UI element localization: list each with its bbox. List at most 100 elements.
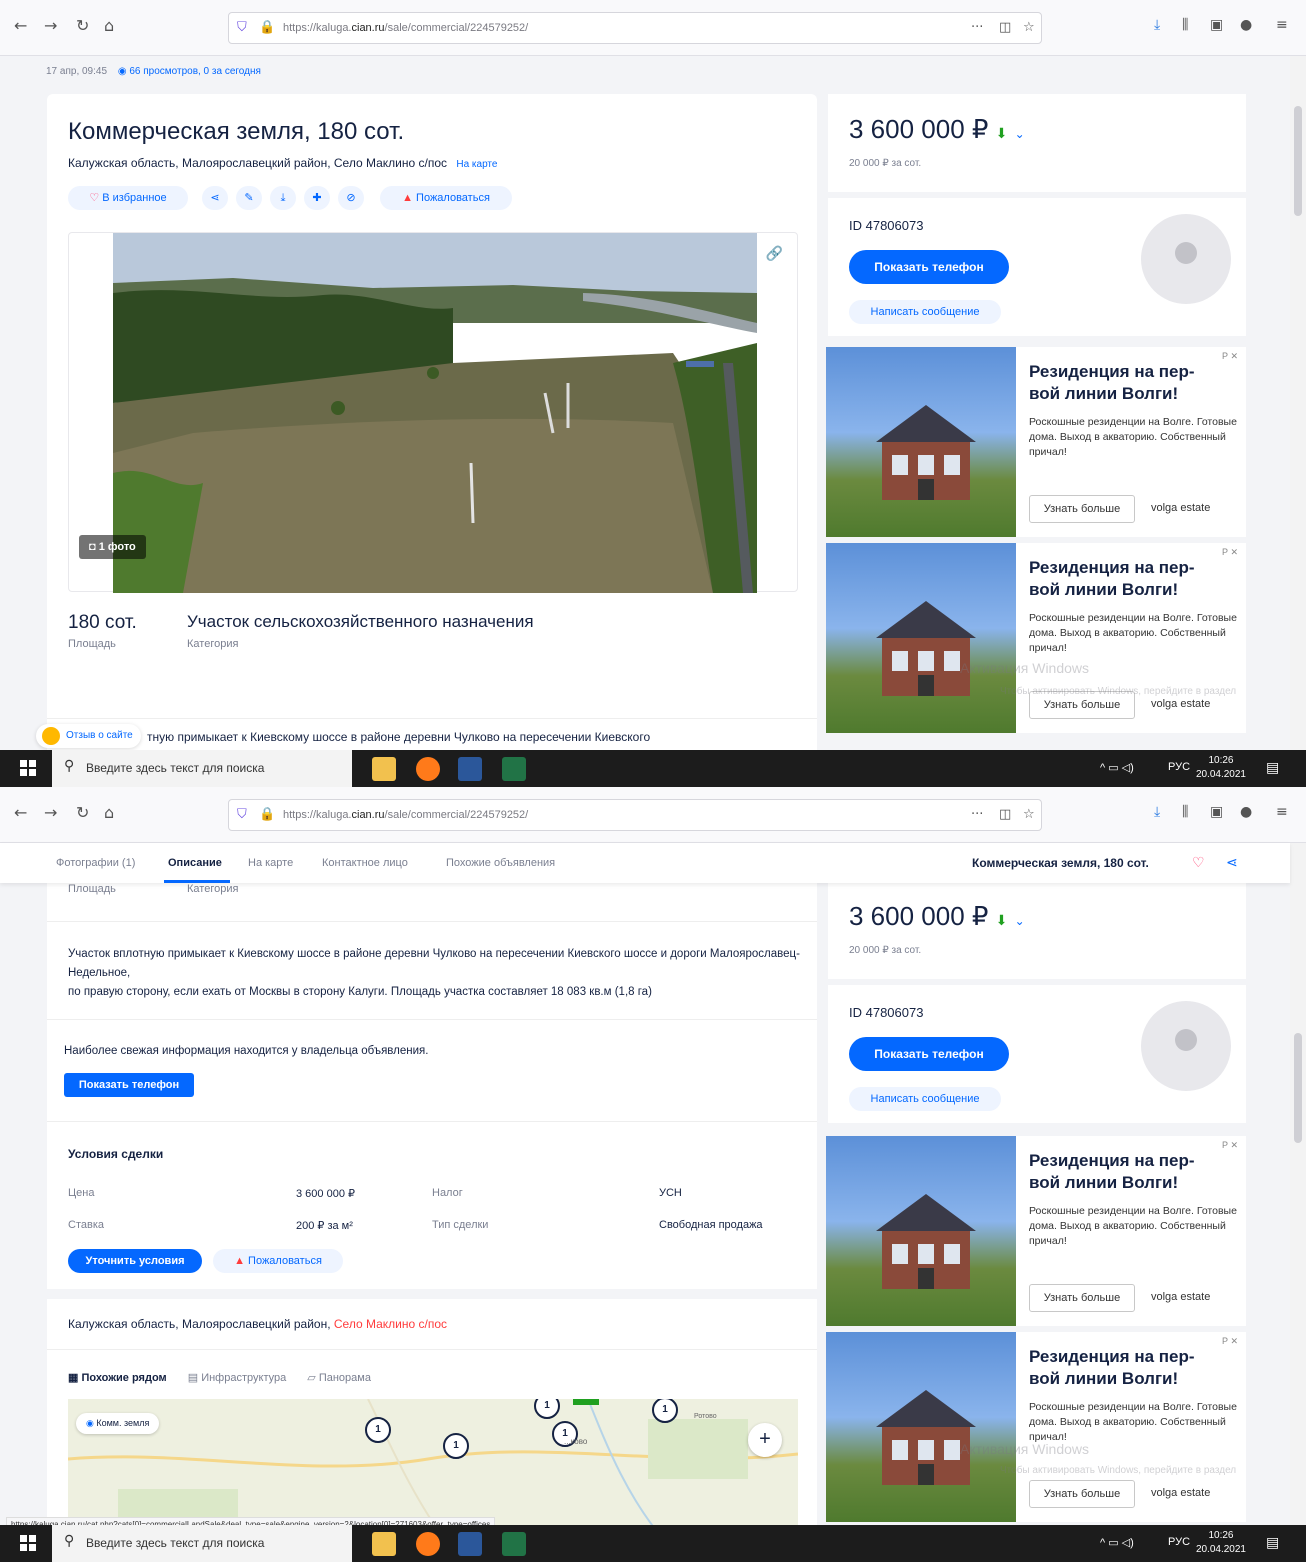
- address-bar[interactable]: ⛉ 🔒 https://kaluga.cian.ru/sale/commerci…: [228, 12, 1042, 44]
- sidebar-icon[interactable]: ▣: [1210, 17, 1223, 33]
- shield-icon[interactable]: ⛉: [237, 20, 247, 35]
- tray-icons[interactable]: ^ ▭ ◁): [1100, 1536, 1134, 1549]
- file-explorer-icon[interactable]: [372, 757, 396, 781]
- locality-link[interactable]: Село Маклино с/пос: [334, 1317, 447, 1331]
- link-icon[interactable]: 🔗: [766, 245, 783, 262]
- edit-icon[interactable]: ✎: [236, 186, 262, 210]
- ad-close-icon[interactable]: Р ✕: [1222, 1140, 1238, 1151]
- url-text[interactable]: https://kaluga.cian.ru/sale/commercial/2…: [283, 22, 528, 34]
- windows-start-icon[interactable]: [20, 1535, 36, 1551]
- forward-icon[interactable]: →: [44, 16, 57, 35]
- favorite-button[interactable]: ♡ В избранное: [68, 186, 188, 210]
- photo-gallery[interactable]: 🔗 ◘ 1 фото: [68, 232, 798, 593]
- excel-icon[interactable]: [502, 1532, 526, 1556]
- map-filter-chip[interactable]: ◉ Комм. земля: [76, 1413, 160, 1434]
- scrollbar-thumb[interactable]: [1294, 1033, 1302, 1143]
- clarify-terms-button[interactable]: Уточнить условия: [68, 1249, 202, 1273]
- show-phone-inline-button[interactable]: Показать телефон: [64, 1073, 194, 1097]
- taskbar-clock[interactable]: 10:26 20.04.2021: [1196, 1529, 1246, 1557]
- listing-photo[interactable]: [113, 233, 757, 593]
- input-language[interactable]: РУС: [1168, 1536, 1190, 1548]
- ad-image[interactable]: [826, 1136, 1016, 1326]
- ad-more-button[interactable]: Узнать больше: [1029, 1480, 1135, 1508]
- notifications-icon[interactable]: ▤: [1266, 759, 1279, 776]
- tab-description[interactable]: Описание: [168, 857, 222, 869]
- show-phone-button[interactable]: Показать телефон: [849, 250, 1009, 284]
- page-scrollbar[interactable]: [1290, 56, 1306, 750]
- ad-image[interactable]: [826, 1332, 1016, 1522]
- taskbar-clock[interactable]: 10:26 20.04.2021: [1196, 754, 1246, 782]
- extension-icon[interactable]: ●: [1240, 804, 1252, 820]
- map-zoom-in-button[interactable]: +: [748, 1423, 782, 1457]
- library-icon[interactable]: ⫼: [1182, 804, 1188, 820]
- ad-close-icon[interactable]: Р ✕: [1222, 351, 1238, 362]
- map-tab-nearby[interactable]: ▦ Похожие рядом: [68, 1372, 167, 1384]
- tab-contact[interactable]: Контактное лицо: [322, 857, 408, 869]
- share-icon[interactable]: ⋖: [1226, 854, 1238, 871]
- back-icon[interactable]: ←: [14, 803, 27, 822]
- input-language[interactable]: РУС: [1168, 761, 1190, 773]
- tab-photos[interactable]: Фотографии (1): [56, 857, 135, 869]
- tray-icons[interactable]: ^ ▭ ◁): [1100, 761, 1134, 774]
- back-icon[interactable]: ←: [14, 16, 27, 35]
- more-icon[interactable]: ···: [971, 20, 983, 35]
- shield-icon[interactable]: ⛉: [237, 807, 247, 822]
- price-history-chevron[interactable]: ⌄: [1015, 127, 1025, 141]
- feedback-button[interactable]: Отзыв о сайте: [36, 724, 141, 748]
- address-bar[interactable]: ⛉ 🔒 https://kaluga.cian.ru/sale/commerci…: [228, 799, 1042, 831]
- more-icon[interactable]: ···: [971, 807, 983, 822]
- home-icon[interactable]: ⌂: [104, 16, 114, 35]
- download-icon[interactable]: ⤓: [1154, 17, 1160, 33]
- scrollbar-thumb[interactable]: [1294, 106, 1302, 216]
- ad-image[interactable]: [826, 543, 1016, 733]
- views-count[interactable]: 66 просмотров, 0 за сегодня: [129, 66, 261, 77]
- extension-icon[interactable]: ●: [1240, 17, 1252, 33]
- ad-banner-2[interactable]: Резиденция на пер-вой линии Волги! Роско…: [826, 543, 1246, 733]
- taskbar-search[interactable]: ⚲ Введите здесь текст для поиска: [52, 1525, 352, 1562]
- map-cluster-marker[interactable]: 1: [365, 1417, 391, 1443]
- bookmark-star-icon[interactable]: ☆: [1023, 807, 1035, 822]
- map-tab-panorama[interactable]: ▱ Панорама: [307, 1372, 371, 1384]
- ad-image[interactable]: [826, 347, 1016, 537]
- show-phone-button[interactable]: Показать телефон: [849, 1037, 1009, 1071]
- tab-map[interactable]: На карте: [248, 857, 293, 869]
- map-tab-infrastructure[interactable]: ▤ Инфраструктура: [188, 1372, 286, 1384]
- download-icon[interactable]: ⤓: [1154, 804, 1160, 820]
- share-icon[interactable]: ⋖: [202, 186, 228, 210]
- ad-more-button[interactable]: Узнать больше: [1029, 495, 1135, 523]
- word-icon[interactable]: [458, 757, 482, 781]
- firefox-icon[interactable]: [416, 757, 440, 781]
- menu-icon[interactable]: ≡: [1276, 804, 1288, 820]
- pocket-icon[interactable]: ◫: [999, 807, 1011, 822]
- photo-count-badge[interactable]: ◘ 1 фото: [79, 535, 146, 559]
- download-pdf-icon[interactable]: ⤓: [270, 186, 296, 210]
- price-history-chevron[interactable]: ⌄: [1015, 914, 1025, 928]
- home-icon[interactable]: ⌂: [104, 803, 114, 822]
- map-cluster-marker[interactable]: 1: [443, 1433, 469, 1459]
- notifications-icon[interactable]: ▤: [1266, 1534, 1279, 1551]
- compare-icon[interactable]: ✚: [304, 186, 330, 210]
- reload-icon[interactable]: ↻: [76, 803, 89, 822]
- excel-icon[interactable]: [502, 757, 526, 781]
- ad-banner-1[interactable]: Резиденция на пер-вой линии Волги! Роско…: [826, 1136, 1246, 1326]
- write-message-button[interactable]: Написать сообщение: [849, 1087, 1001, 1111]
- ad-banner-1[interactable]: Резиденция на пер-вой линии Волги! Роско…: [826, 347, 1246, 537]
- page-scrollbar[interactable]: [1290, 843, 1306, 1545]
- tab-similar[interactable]: Похожие объявления: [446, 857, 555, 869]
- map-link[interactable]: На карте: [456, 159, 497, 170]
- word-icon[interactable]: [458, 1532, 482, 1556]
- ad-close-icon[interactable]: Р ✕: [1222, 1336, 1238, 1347]
- file-explorer-icon[interactable]: [372, 1532, 396, 1556]
- lock-icon[interactable]: 🔒: [259, 807, 275, 822]
- url-text[interactable]: https://kaluga.cian.ru/sale/commercial/2…: [283, 809, 528, 821]
- lock-icon[interactable]: 🔒: [259, 20, 275, 35]
- menu-icon[interactable]: ≡: [1276, 17, 1288, 33]
- library-icon[interactable]: ⫼: [1182, 17, 1188, 33]
- bookmark-star-icon[interactable]: ☆: [1023, 20, 1035, 35]
- forward-icon[interactable]: →: [44, 803, 57, 822]
- write-message-button[interactable]: Написать сообщение: [849, 300, 1001, 324]
- firefox-icon[interactable]: [416, 1532, 440, 1556]
- heart-icon[interactable]: ♡: [1192, 854, 1205, 871]
- windows-start-icon[interactable]: [20, 760, 36, 776]
- sidebar-icon[interactable]: ▣: [1210, 804, 1223, 820]
